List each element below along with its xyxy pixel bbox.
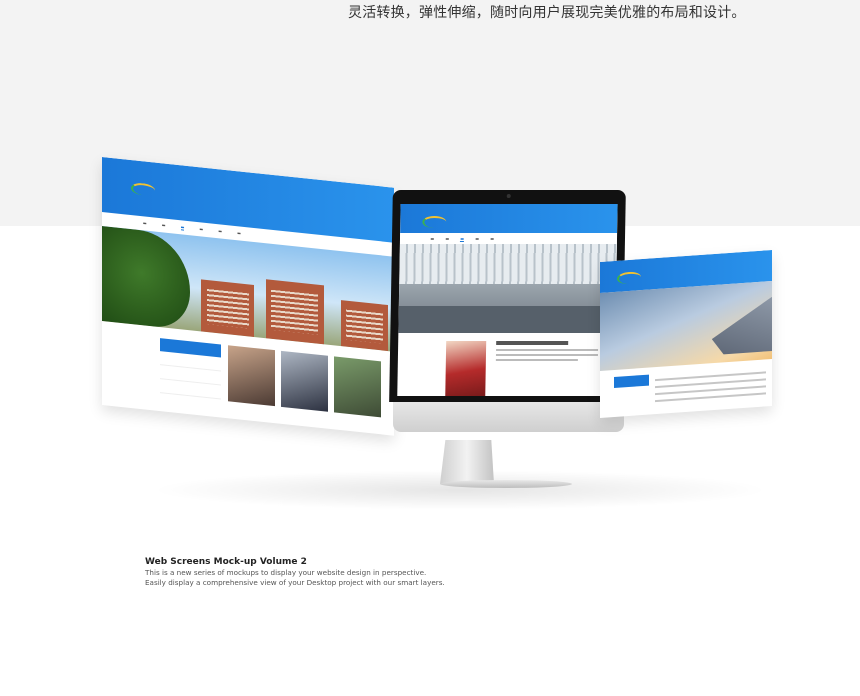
nav-item: ▬ xyxy=(445,236,450,242)
school-logo-icon xyxy=(617,271,642,286)
site-nav: ▬ ▬ ▬ ▬ ▬ xyxy=(399,232,618,245)
building-graphic xyxy=(341,300,389,351)
nav-item: ▬ xyxy=(199,226,204,233)
stewardess-photo xyxy=(444,341,487,396)
nav-item: ▬ xyxy=(142,220,147,227)
thumbnail-photo xyxy=(228,345,275,407)
nav-item: ▬ xyxy=(430,236,435,242)
imac-monitor: ▬ ▬ ▬ ▬ ▬ xyxy=(389,190,626,443)
stand-neck xyxy=(440,440,494,484)
side-menu-title xyxy=(613,374,649,389)
building-graphic xyxy=(265,279,324,344)
thumbnail-photo xyxy=(334,356,381,418)
nav-item-active: ▬ xyxy=(180,224,185,231)
side-menu xyxy=(160,338,222,424)
airport-photo xyxy=(398,244,617,333)
headline-text: 灵活转换，弹性伸缩，随时向用户展现完美优雅的布局和设计。 xyxy=(348,5,746,21)
right-website-screen xyxy=(600,249,772,418)
caption-title: Web Screens Mock-up Volume 2 xyxy=(145,557,307,567)
monitor-bezel: ▬ ▬ ▬ ▬ ▬ xyxy=(389,190,626,402)
news-list xyxy=(654,366,772,403)
nav-item: ▬ xyxy=(237,230,241,237)
left-website-screen: ▬ ▬ ▬ ▬ ▬ ▬ xyxy=(102,157,394,436)
caption-line: This is a new series of mockups to displ… xyxy=(145,568,427,577)
nav-item: ▬ xyxy=(161,222,166,229)
news-row xyxy=(397,333,615,396)
monitor-chin xyxy=(393,402,624,432)
nav-item: ▬ xyxy=(475,236,480,242)
caption-line: Easily display a comprehensive view of y… xyxy=(145,578,445,587)
side-menu xyxy=(613,374,649,405)
monitor-stand xyxy=(440,440,572,490)
airplane-sky-photo xyxy=(600,281,772,372)
stand-foot xyxy=(440,480,572,488)
center-website-screen: ▬ ▬ ▬ ▬ ▬ xyxy=(397,204,618,396)
nav-item: ▬ xyxy=(218,228,223,235)
school-logo-icon xyxy=(421,215,447,228)
nav-item-active: ▬ xyxy=(460,235,465,242)
news-text-block xyxy=(496,341,599,396)
thumbnail-photo xyxy=(281,351,328,412)
camera-icon xyxy=(506,194,511,198)
school-logo-icon xyxy=(131,181,156,197)
site-header xyxy=(400,204,618,233)
building-graphic xyxy=(201,279,254,337)
nav-item: ▬ xyxy=(490,236,495,242)
mockup-caption: Web Screens Mock-up Volume 2 This is a n… xyxy=(145,557,565,587)
photo-thumbnails xyxy=(228,345,394,436)
tree-graphic xyxy=(102,226,190,330)
